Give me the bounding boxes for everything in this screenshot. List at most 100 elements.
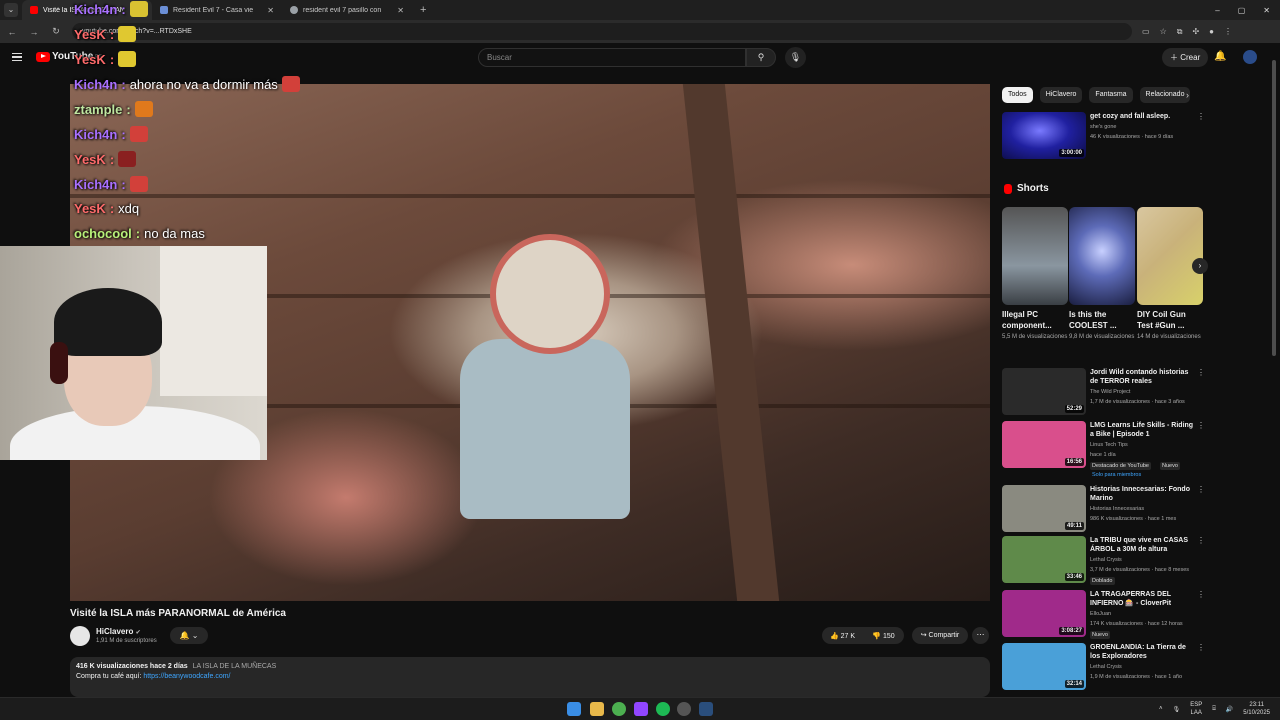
chip-hiclavero[interactable]: HiClavero [1039, 87, 1083, 103]
notifications-bell-icon[interactable]: 🔔 [1214, 51, 1226, 62]
short-item[interactable]: Illegal PC component... 5,5 M de visuali… [1002, 207, 1068, 341]
chip-fantasma[interactable]: Fantasma [1089, 87, 1133, 103]
new-tab-button[interactable]: + [412, 4, 434, 16]
kebab-menu-icon[interactable]: ⋮ [1197, 536, 1205, 545]
kebab-menu-icon[interactable]: ⋮ [1197, 590, 1205, 599]
description-meta: 416 K visualizaciones hace 2 días LA ISL… [76, 663, 984, 670]
chip-todos[interactable]: Todos [1002, 87, 1033, 103]
reload-icon[interactable]: ↻ [50, 26, 62, 37]
account-avatar[interactable] [1243, 50, 1257, 64]
chat-username[interactable]: YesK [74, 52, 106, 67]
short-item[interactable]: DIY Coil Gun Test #Gun ... 14 M de visua… [1137, 207, 1203, 341]
chat-username[interactable]: ochocool [74, 226, 132, 241]
chat-separator: : [109, 201, 115, 216]
steam-icon[interactable] [699, 702, 713, 716]
chat-username[interactable]: YesK [74, 152, 106, 167]
video-description[interactable]: 416 K visualizaciones hace 2 días LA ISL… [70, 657, 990, 697]
puzzle-icon[interactable]: ✣ [1192, 27, 1199, 37]
microphone-tray-icon[interactable]: 🎙 [1173, 706, 1181, 713]
chat-username[interactable]: YesK [74, 27, 106, 42]
back-arrow-icon[interactable]: ← [6, 27, 18, 37]
kebab-menu-icon[interactable]: ⋮ [1197, 643, 1205, 652]
like-button[interactable]: 👍 27 K [822, 632, 863, 640]
chat-text: xdq [118, 201, 140, 216]
bookmark-star-icon[interactable]: ☆ [1160, 27, 1167, 37]
short-views: 14 M de visualizaciones [1137, 334, 1201, 340]
rec-meta: 3,7 M de visualizaciones · hace 8 meses [1090, 567, 1190, 573]
windows-start-icon[interactable] [567, 702, 581, 716]
wooden-post [682, 84, 780, 601]
description-link[interactable]: https://beanywoodcafe.com/ [143, 673, 230, 680]
duration-badge: 52:29 [1064, 405, 1084, 413]
forward-arrow-icon[interactable]: → [28, 27, 40, 37]
chat-message: YesK: xdq [74, 201, 139, 216]
clock-time: 23:11 [1249, 702, 1264, 708]
create-button[interactable]: ＋ Crear [1162, 48, 1209, 67]
kebab-menu-icon[interactable]: ⋮ [1197, 485, 1205, 494]
recommendation-item[interactable]: 33:46 La TRIBU que vive en CASAS ÁRBOL a … [1002, 536, 1205, 586]
recommendation-item[interactable]: 3:00:00 get cozy and fall asleep. she's … [1002, 112, 1205, 162]
kebab-menu-icon[interactable]: ⋮ [1197, 112, 1205, 121]
chevron-right-icon[interactable]: › [1186, 90, 1189, 100]
short-item[interactable]: Is this the COOLEST ... 9,8 M de visuali… [1069, 207, 1135, 341]
webcam-headset [50, 342, 68, 384]
recommendation-item[interactable]: 32:14 GROENLANDIA: La Tierra de los Explo… [1002, 643, 1205, 693]
dislike-button[interactable]: 👎 150 [863, 632, 904, 640]
cast-icon[interactable]: ▭ [1142, 27, 1150, 37]
chevron-up-icon[interactable]: ˄ [1159, 706, 1163, 712]
obs-icon[interactable] [677, 702, 691, 716]
chat-username[interactable]: Kich4n [74, 77, 117, 92]
channel-name[interactable]: HiClavero ✔ [96, 627, 141, 636]
spotify-icon[interactable] [656, 702, 670, 716]
verified-check-icon: ✔ [135, 630, 141, 636]
chat-username[interactable]: Kich4n [74, 2, 117, 17]
channel-avatar[interactable] [70, 626, 90, 646]
network-icon[interactable]: ⌸ [1212, 706, 1216, 713]
chat-username[interactable]: YesK [74, 201, 106, 216]
chat-message: Kich4n: [74, 176, 148, 192]
more-actions-icon[interactable]: ⋯ [972, 627, 989, 644]
recommendation-item[interactable]: 52:29 Jordi Wild contando historias de TE… [1002, 368, 1205, 418]
chat-username[interactable]: Kich4n [74, 177, 117, 192]
scrollbar[interactable] [1272, 60, 1276, 356]
language-indicator[interactable]: ESP LAA [1190, 701, 1202, 717]
hamburger-menu-icon[interactable] [12, 53, 22, 61]
subscription-bell-button[interactable]: 🔔 ⌄ [170, 627, 208, 644]
chat-username[interactable]: Kich4n [74, 127, 117, 142]
extension-icon[interactable]: ⧉ [1177, 27, 1183, 37]
chat-emote-icon [118, 51, 137, 67]
chat-username[interactable]: ztample [74, 102, 122, 117]
close-window-button[interactable]: ✕ [1263, 6, 1270, 15]
volume-icon[interactable]: 🔊 [1226, 706, 1233, 713]
maximize-button[interactable]: ▢ [1238, 6, 1246, 15]
clock[interactable]: 23:11 5/10/2025 [1243, 701, 1270, 717]
profile-icon[interactable]: ● [1209, 27, 1214, 37]
search-icon[interactable]: ⚲ [746, 48, 776, 67]
file-explorer-icon[interactable] [590, 702, 604, 716]
kebab-menu-icon[interactable]: ⋮ [1197, 421, 1205, 430]
youtube-play-icon [36, 51, 50, 62]
minimize-button[interactable]: – [1215, 6, 1219, 15]
tab-list-button[interactable]: ⌄ [4, 3, 18, 17]
kebab-menu-icon[interactable]: ⋮ [1197, 368, 1205, 377]
search-input[interactable]: Buscar [478, 48, 746, 67]
rec-title: Historias Innecesarias: Fondo Marino [1090, 486, 1190, 502]
short-title: DIY Coil Gun Test #Gun ... [1137, 310, 1186, 330]
microphone-icon[interactable]: 🎙 [785, 47, 806, 68]
create-label: Crear [1180, 53, 1201, 62]
recommendation-item[interactable]: 49:11 Historias Innecesarias: Fondo Marin… [1002, 485, 1205, 535]
chat-emote-icon [118, 151, 137, 167]
kebab-menu-icon[interactable]: ⋮ [1224, 27, 1232, 37]
close-tab-icon[interactable]: ✕ [397, 6, 404, 15]
twitch-icon[interactable] [634, 702, 648, 716]
chrome-icon[interactable] [612, 702, 626, 716]
rec-meta: 46 K visualizaciones · hace 9 días [1090, 134, 1174, 140]
share-button[interactable]: ↪ Compartir [912, 627, 968, 644]
chevron-right-icon[interactable]: › [1192, 258, 1208, 274]
chat-message: Kich4n: [74, 1, 148, 17]
recommendation-item[interactable]: 3:08:27 LA TRAGAPERRAS DEL INFIERNO 🎰 - C… [1002, 590, 1205, 640]
recommendation-item[interactable]: 16:56 LMG Learns Life Skills - Riding a B… [1002, 421, 1205, 478]
shorts-logo-icon [1004, 183, 1012, 194]
rec-channel: ElloJuan [1090, 611, 1112, 617]
chip-relacionado[interactable]: Relacionado [1139, 87, 1191, 103]
